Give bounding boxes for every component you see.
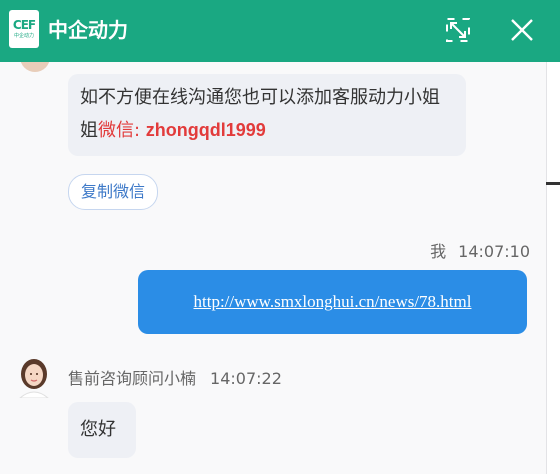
message-link[interactable]: http://www.smxlonghui.cn/news/78.html xyxy=(194,292,472,312)
avatar xyxy=(16,358,52,399)
wechat-id: zhongqdl1999 xyxy=(145,120,266,140)
agent-avatar-partial xyxy=(20,62,50,72)
agent-message-wechat: 如不方便在线沟通您也可以添加客服动力小姐姐微信: zhongqdl1999 xyxy=(68,74,466,156)
logo-subtext: 中企动力 xyxy=(13,32,34,39)
message-time: 14:07:22 xyxy=(210,369,282,388)
wechat-label: 微信: xyxy=(98,120,146,141)
close-icon xyxy=(511,19,533,41)
copy-wechat-button[interactable]: 复制微信 xyxy=(68,174,159,210)
logo-mark: CEF xyxy=(12,17,36,32)
chat-header: CEF 中企动力 中企动力 xyxy=(0,0,560,62)
expand-icon xyxy=(446,18,470,42)
user-message: http://www.smxlonghui.cn/news/78.html xyxy=(138,270,527,334)
scrollbar-thumb[interactable] xyxy=(546,182,560,185)
chat-message-list[interactable]: 如不方便在线沟通您也可以添加客服动力小姐姐微信: zhongqdl1999 复制… xyxy=(0,62,546,474)
user-message-meta: 我 14:07:10 xyxy=(420,238,530,262)
expand-button[interactable] xyxy=(440,12,476,48)
brand-logo: CEF 中企动力 xyxy=(9,10,39,48)
message-text: 您好 xyxy=(80,419,116,440)
window-title: 中企动力 xyxy=(48,18,128,42)
agent-message: 您好 xyxy=(68,402,136,458)
close-button[interactable] xyxy=(504,12,540,48)
message-time: 14:07:10 xyxy=(458,242,530,261)
agent-message-meta: 售前咨询顾问小楠 14:07:22 xyxy=(68,365,282,389)
scrollbar[interactable] xyxy=(546,62,560,474)
agent-name: 售前咨询顾问小楠 xyxy=(68,369,197,388)
sender-name: 我 xyxy=(430,242,447,261)
